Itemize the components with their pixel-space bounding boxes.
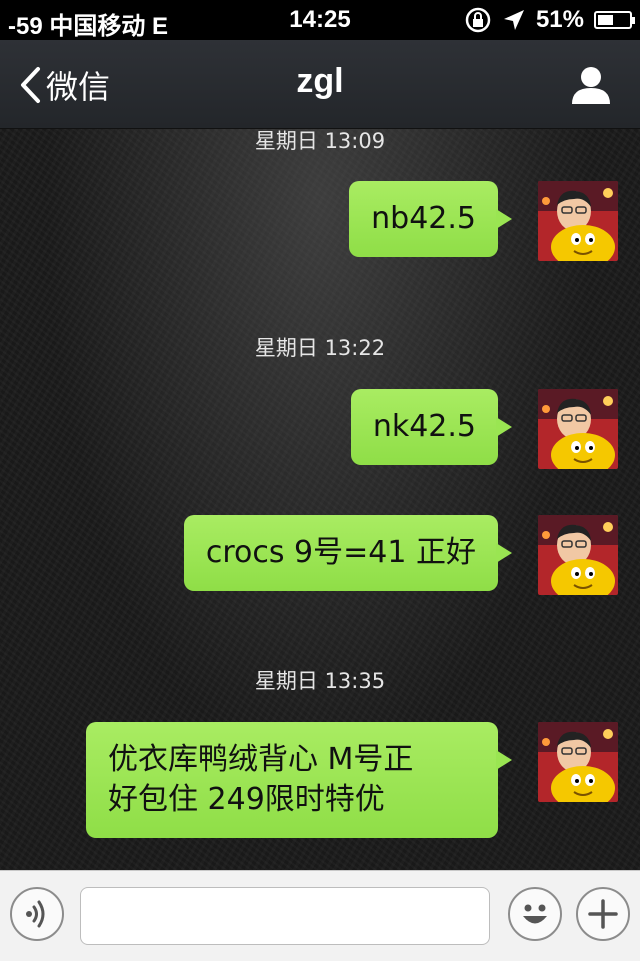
message-row: crocs 9号=41 正好 xyxy=(183,515,618,595)
chat-area[interactable]: 星期日 13:09 nb42.5 星期日 13:22 nk42.5 crocs … xyxy=(0,129,640,870)
timestamp: 星期日 13:09 xyxy=(254,129,386,153)
avatar[interactable] xyxy=(538,181,618,261)
chat-title: zgl xyxy=(296,62,344,100)
message-bubble[interactable]: nk42.5 xyxy=(350,389,513,465)
add-button[interactable] xyxy=(576,887,630,941)
avatar-photo xyxy=(538,515,618,595)
plus-icon xyxy=(588,899,618,929)
message-row: nb42.5 xyxy=(349,181,618,261)
voice-button[interactable] xyxy=(10,887,64,941)
message-row: 优衣库鸭绒背心 M号正 好包住 249限时特优 xyxy=(86,722,618,838)
avatar[interactable] xyxy=(538,515,618,595)
nav-bar: 微信 zgl xyxy=(0,40,640,129)
avatar-photo xyxy=(538,722,618,802)
emoji-button[interactable] xyxy=(508,887,562,941)
avatar-photo xyxy=(538,181,618,261)
voice-wave-icon xyxy=(26,900,45,928)
location-arrow-icon xyxy=(503,10,524,30)
avatar[interactable] xyxy=(538,722,618,802)
message-bubble[interactable]: crocs 9号=41 正好 xyxy=(183,515,513,591)
input-bar xyxy=(0,870,640,961)
avatar-photo xyxy=(538,389,618,469)
person-icon[interactable] xyxy=(570,64,612,106)
status-right-group: 51% xyxy=(464,6,635,34)
timestamp: 星期日 13:35 xyxy=(254,669,386,693)
battery-icon xyxy=(594,11,635,29)
message-bubble[interactable]: 优衣库鸭绒背心 M号正 好包住 249限时特优 xyxy=(86,722,512,838)
timestamp: 星期日 13:22 xyxy=(254,336,386,360)
message-bubble[interactable]: nb42.5 xyxy=(349,181,512,257)
rotation-lock-icon xyxy=(465,7,491,33)
smiley-icon xyxy=(523,904,547,924)
battery-percent: 51% xyxy=(535,6,584,33)
message-row: nk42.5 xyxy=(350,389,618,469)
avatar[interactable] xyxy=(538,389,618,469)
status-bar: -59 中国移动 E 14:25 51% xyxy=(0,0,640,40)
message-input[interactable] xyxy=(80,887,490,945)
battery-level-fill xyxy=(598,15,613,25)
